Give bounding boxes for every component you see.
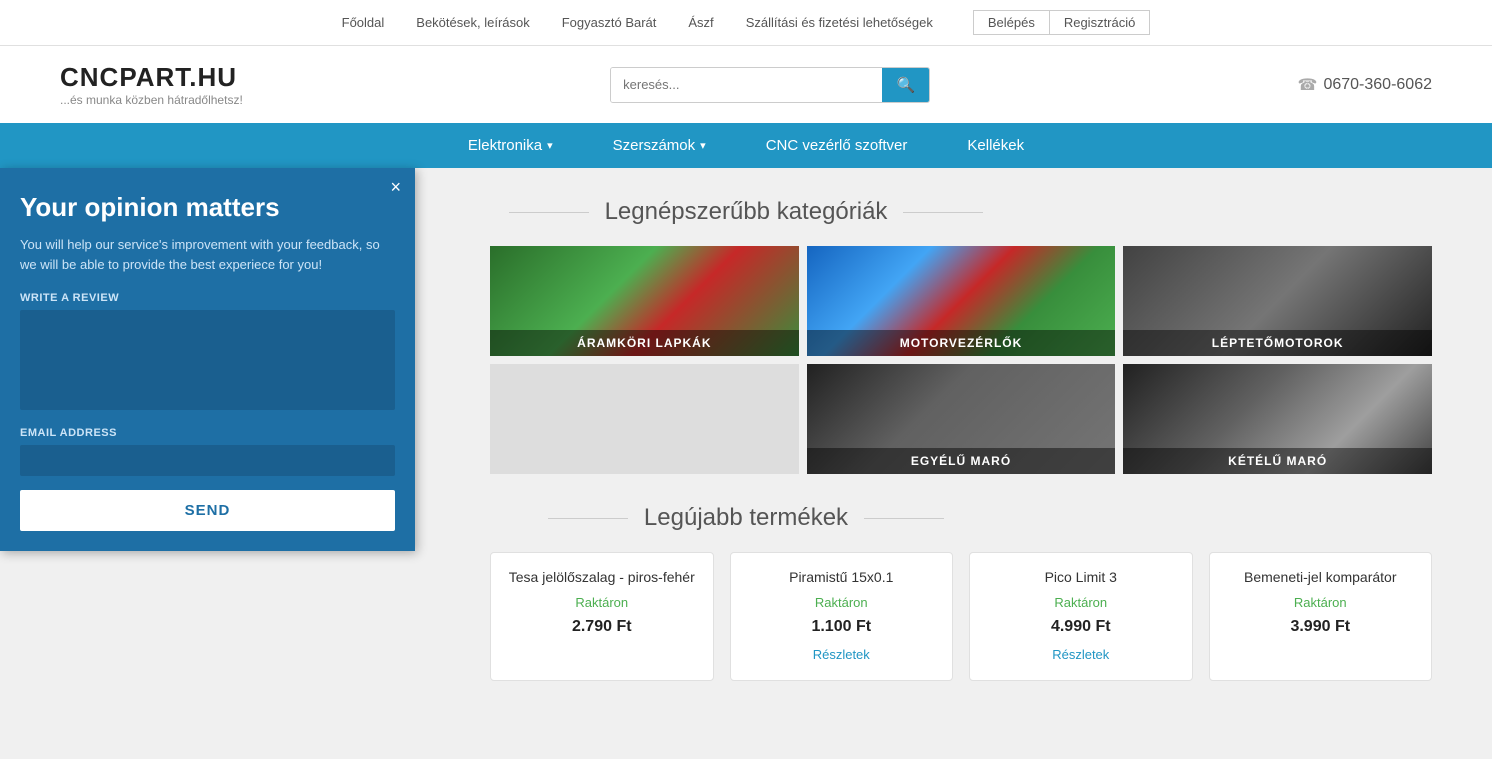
product-stock-3: Raktáron [1226, 595, 1416, 610]
search-input[interactable] [611, 68, 882, 102]
logo-area: CNCPART.HU ...és munka közben hátradőlhe… [60, 62, 243, 107]
products-grid: Tesa jelölőszalag - piros-fehér Raktáron… [490, 552, 1432, 681]
logo-subtitle: ...és munka közben hátradőlhetsz! [60, 93, 243, 107]
product-price-2: 4.990 Ft [986, 618, 1176, 636]
topnav-link-bekotesek[interactable]: Bekötések, leírások [416, 15, 529, 30]
category-item-stepper[interactable]: LÉPTETŐMOTOROK [1123, 246, 1432, 356]
product-name-0: Tesa jelölőszalag - piros-fehér [507, 569, 697, 585]
product-name-2: Pico Limit 3 [986, 569, 1176, 585]
category-label-stepper: LÉPTETŐMOTOROK [1123, 330, 1432, 356]
product-card-0: Tesa jelölőszalag - piros-fehér Raktáron… [490, 552, 714, 681]
product-name-1: Piramistű 15x0.1 [747, 569, 937, 585]
categories-grid: ÁRAMKÖRI LAPKÁK MOTORVEZÉRLŐK LÉPTETŐMOT… [490, 246, 1432, 474]
popup-description: You will help our service's improvement … [20, 235, 395, 274]
category-item-circuits[interactable]: ÁRAMKÖRI LAPKÁK [490, 246, 799, 356]
product-stock-2: Raktáron [986, 595, 1176, 610]
mainnav-szerszamok[interactable]: Szerszámok ▾ [613, 137, 706, 154]
review-label: WRITE A REVIEW [20, 292, 395, 304]
product-price-0: 2.790 Ft [507, 618, 697, 636]
chevron-down-icon: ▾ [700, 139, 706, 152]
popup-title: Your opinion matters [20, 192, 395, 223]
topnav-link-home[interactable]: Főoldal [342, 15, 385, 30]
email-label: EMAIL ADDRESS [20, 427, 395, 439]
product-link-1[interactable]: Részletek [813, 647, 870, 662]
register-button[interactable]: Regisztráció [1049, 10, 1151, 35]
category-label-motors: MOTORVEZÉRLŐK [807, 330, 1116, 356]
mainnav-elektronika[interactable]: Elektronika ▾ [468, 137, 553, 154]
product-price-1: 1.100 Ft [747, 618, 937, 636]
phone-icon: ☎ [1298, 75, 1318, 95]
search-icon: 🔍 [896, 77, 915, 94]
search-button[interactable]: 🔍 [882, 68, 929, 102]
category-item-placeholder [490, 364, 799, 474]
product-stock-0: Raktáron [507, 595, 697, 610]
main-nav: Elektronika ▾ Szerszámok ▾ CNC vezérlő s… [0, 123, 1492, 168]
chevron-down-icon: ▾ [547, 139, 553, 152]
product-stock-1: Raktáron [747, 595, 937, 610]
category-label-double: KÉTÉLŰ MARÓ [1123, 448, 1432, 474]
review-textarea[interactable] [20, 310, 395, 410]
topnav-link-szallitas[interactable]: Szállítási és fizetési lehetőségek [746, 15, 933, 30]
product-card-1: Piramistű 15x0.1 Raktáron 1.100 Ft Részl… [730, 552, 954, 681]
search-box: 🔍 [610, 67, 930, 103]
page-content: × Your opinion matters You will help our… [0, 168, 1492, 711]
header: CNCPART.HU ...és munka közben hátradőlhe… [0, 46, 1492, 123]
mainnav-kellekek[interactable]: Kellékek [967, 137, 1024, 154]
popup-close-button[interactable]: × [390, 178, 401, 196]
product-card-3: Bemeneti-jel komparátor Raktáron 3.990 F… [1209, 552, 1433, 681]
top-nav: Főoldal Bekötések, leírások Fogyasztó Ba… [0, 0, 1492, 46]
email-input[interactable] [20, 445, 395, 476]
category-label-circuits: ÁRAMKÖRI LAPKÁK [490, 330, 799, 356]
phone-area: ☎ 0670-360-6062 [1298, 75, 1432, 95]
topnav-link-aszf[interactable]: Ászf [688, 15, 713, 30]
send-button[interactable]: SEND [20, 490, 395, 531]
opinion-popup: × Your opinion matters You will help our… [0, 168, 415, 551]
category-label-single: EGYÉLŰ MARÓ [807, 448, 1116, 474]
product-card-2: Pico Limit 3 Raktáron 4.990 Ft Részletek [969, 552, 1193, 681]
mainnav-cnc[interactable]: CNC vezérlő szoftver [766, 137, 908, 154]
phone-number: 0670-360-6062 [1323, 76, 1432, 94]
logo-title: CNCPART.HU [60, 62, 243, 93]
topnav-link-fogyaszto[interactable]: Fogyasztó Barát [562, 15, 657, 30]
category-item-double[interactable]: KÉTÉLŰ MARÓ [1123, 364, 1432, 474]
product-link-2[interactable]: Részletek [1052, 647, 1109, 662]
category-item-motors[interactable]: MOTORVEZÉRLŐK [807, 246, 1116, 356]
search-area: 🔍 [263, 67, 1278, 103]
auth-buttons: Belépés Regisztráció [973, 10, 1151, 35]
product-price-3: 3.990 Ft [1226, 618, 1416, 636]
category-item-single[interactable]: EGYÉLŰ MARÓ [807, 364, 1116, 474]
login-button[interactable]: Belépés [973, 10, 1049, 35]
product-name-3: Bemeneti-jel komparátor [1226, 569, 1416, 585]
